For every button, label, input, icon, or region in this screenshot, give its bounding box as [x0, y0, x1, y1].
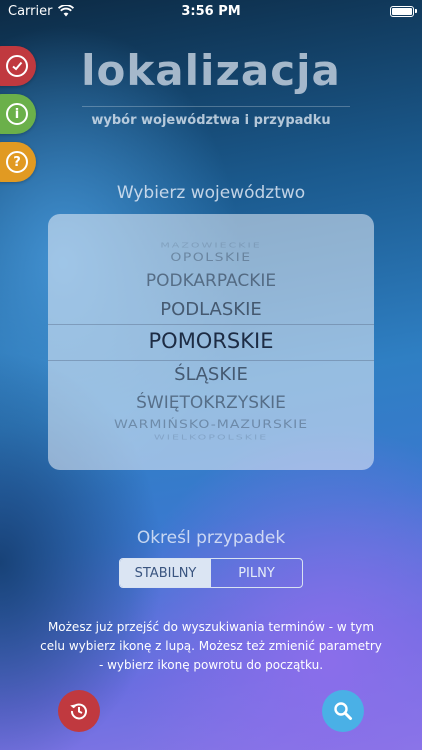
question-icon: ? — [6, 151, 28, 173]
picker-item[interactable]: PODKARPACKIE — [48, 273, 374, 290]
status-bar: Carrier 3:56 PM — [0, 0, 422, 22]
restart-icon — [70, 703, 87, 720]
province-label: Wybierz województwo — [116, 183, 306, 203]
picker-item[interactable]: ŚWIĘTOKRZYSKIE — [48, 395, 374, 412]
search-button[interactable] — [322, 690, 364, 732]
province-picker[interactable]: MAZOWIECKIE OPOLSKIE PODKARPACKIE PODLAS… — [48, 214, 374, 470]
status-left: Carrier — [8, 3, 75, 19]
page-title: lokalizacja — [81, 46, 341, 95]
segment-stabilny[interactable]: STABILNY — [120, 559, 211, 587]
reset-button[interactable] — [58, 690, 100, 732]
picker-item[interactable]: MAZOWIECKIE — [48, 242, 374, 249]
picker-item[interactable]: OPOLSKIE — [48, 252, 374, 263]
picker-item[interactable]: WARMIŃSKO-MAZURSKIE — [48, 419, 374, 430]
segment-pilny[interactable]: PILNY — [211, 559, 302, 587]
picker-selection-bottom — [48, 360, 374, 361]
info-text: Możesz już przejść do wyszukiwania termi… — [40, 620, 382, 672]
case-segmented-control[interactable]: STABILNY PILNY — [119, 558, 303, 588]
picker-item[interactable]: PODLASKIE — [48, 301, 374, 319]
page-subtitle: wybór województwa i przypadku — [91, 113, 331, 128]
title-divider — [82, 106, 350, 107]
carrier-label: Carrier — [8, 3, 53, 19]
case-label: Określ przypadek — [136, 528, 286, 548]
picker-selection-top — [48, 324, 374, 325]
battery-icon — [390, 5, 417, 17]
wifi-icon — [58, 5, 75, 17]
picker-item-selected[interactable]: POMORSKIE — [48, 331, 374, 352]
help-button[interactable]: ? — [0, 142, 36, 182]
search-icon — [334, 702, 352, 720]
picker-item[interactable]: WIELKOPOLSKIE — [48, 434, 374, 441]
picker-item[interactable]: ŚLĄSKIE — [48, 366, 374, 384]
